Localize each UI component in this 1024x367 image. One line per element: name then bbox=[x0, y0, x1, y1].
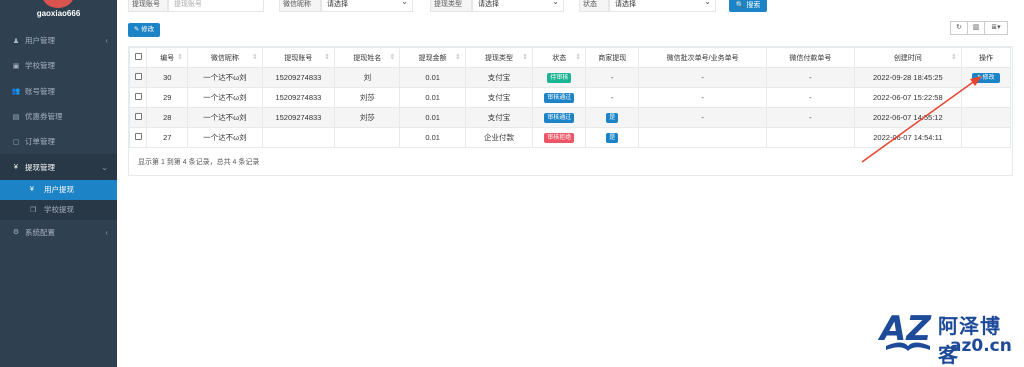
watermark: AZ 阿泽博客 az0.cn bbox=[877, 306, 1018, 367]
arrow-head bbox=[970, 76, 982, 86]
arrow-line bbox=[861, 79, 977, 163]
watermark-domain: az0.cn bbox=[950, 336, 1012, 356]
svg-text:AZ: AZ bbox=[878, 309, 932, 349]
az-logo-icon: AZ bbox=[877, 309, 932, 351]
annotation-arrow bbox=[861, 76, 982, 163]
